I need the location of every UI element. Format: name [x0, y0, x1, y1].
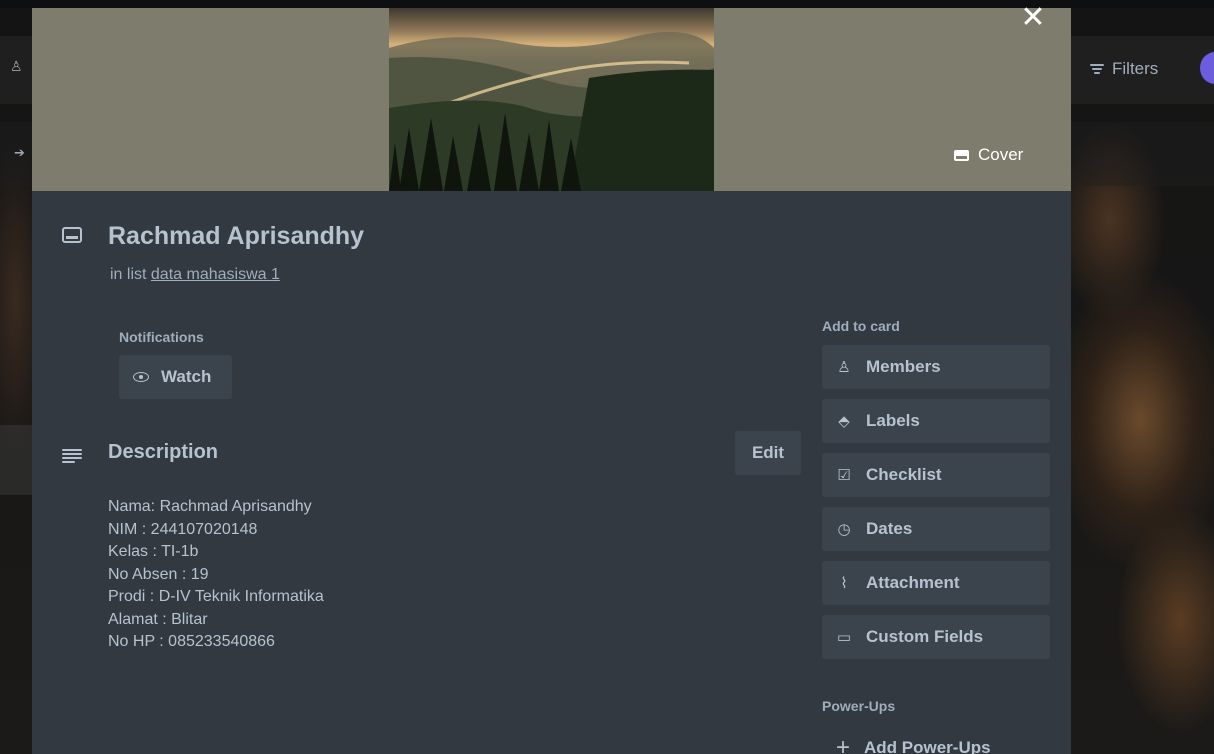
board-card-partial[interactable] — [0, 425, 34, 495]
custom-fields-button[interactable]: ▭ Custom Fields — [822, 615, 1050, 659]
attachment-label: Attachment — [866, 573, 960, 592]
filter-icon — [1090, 64, 1104, 74]
custom-fields-label: Custom Fields — [866, 627, 984, 646]
board-members-icon[interactable]: ♙ — [10, 58, 23, 75]
members-label: Members — [866, 357, 941, 376]
cover-icon — [954, 149, 969, 161]
labels-label: Labels — [866, 411, 920, 430]
card-icon — [62, 227, 82, 243]
close-icon: ✕ — [1020, 1, 1046, 34]
edit-description-button[interactable]: Edit — [735, 431, 801, 475]
power-ups-label: Power-Ups — [822, 698, 896, 714]
list-link[interactable]: data mahasiswa 1 — [151, 266, 280, 283]
watch-label: Watch — [161, 367, 212, 386]
checklist-label: Checklist — [866, 465, 942, 484]
cover-label: Cover — [978, 145, 1024, 164]
filters-button[interactable]: Filters — [1090, 56, 1158, 82]
add-power-ups-button[interactable]: + Add Power-Ups — [822, 728, 1050, 754]
card-title[interactable]: Rachmad Aprisandhy — [108, 222, 364, 251]
attachment-button[interactable]: ⌇ Attachment — [822, 561, 1050, 605]
checklist-button[interactable]: ☑ Checklist — [822, 453, 1050, 497]
add-power-ups-label: Add Power-Ups — [864, 738, 991, 754]
description-icon — [62, 449, 82, 463]
in-list-text: in list data mahasiswa 1 — [110, 266, 280, 284]
edit-label: Edit — [751, 443, 785, 462]
clock-icon: ◷ — [837, 521, 851, 538]
paperclip-icon: ⌇ — [840, 575, 848, 592]
eye-icon — [133, 372, 149, 382]
description-line: Nama: Rachmad Aprisandhy — [108, 498, 312, 515]
description-line: Kelas : TI-1b — [108, 543, 199, 560]
checkbox-icon: ☑ — [837, 467, 851, 484]
description-line: No Absen : 19 — [108, 565, 209, 583]
add-to-card-label: Add to card — [822, 318, 900, 334]
card-detail-modal: ✕ Cover Rachmad Aprisandhy in list data … — [32, 2, 1071, 754]
notifications-label: Notifications — [119, 329, 204, 345]
card-cover: ✕ Cover — [32, 2, 1071, 191]
labels-button[interactable]: ⬘ Labels — [822, 399, 1050, 443]
close-modal-button[interactable]: ✕ — [1017, 2, 1049, 34]
in-list-prefix: in list — [110, 266, 151, 283]
description-line: Alamat : Blitar — [108, 610, 208, 628]
custom-fields-icon: ▭ — [836, 629, 852, 646]
tag-icon: ⬘ — [838, 413, 850, 430]
cover-button[interactable]: Cover — [954, 140, 1023, 170]
watch-button[interactable]: Watch — [119, 355, 232, 399]
plus-icon: + — [836, 734, 851, 754]
filters-label: Filters — [1112, 59, 1159, 78]
board-arrow-icon[interactable]: ➔ — [14, 145, 25, 161]
dates-label: Dates — [866, 519, 913, 538]
description-line: Prodi : D-IV Teknik Informatika — [108, 588, 324, 605]
dates-button[interactable]: ◷ Dates — [822, 507, 1050, 551]
description-line: NIM : 244107020148 — [108, 520, 258, 538]
landscape-illustration — [389, 8, 714, 191]
description-body[interactable]: Nama: Rachmad Aprisandhy NIM : 244107020… — [108, 496, 324, 654]
description-title: Description — [108, 441, 219, 463]
members-button[interactable]: ♙ Members — [822, 345, 1050, 389]
person-icon: ♙ — [837, 359, 851, 376]
description-line: No HP : 085233540866 — [108, 633, 275, 650]
cover-image — [389, 8, 714, 191]
